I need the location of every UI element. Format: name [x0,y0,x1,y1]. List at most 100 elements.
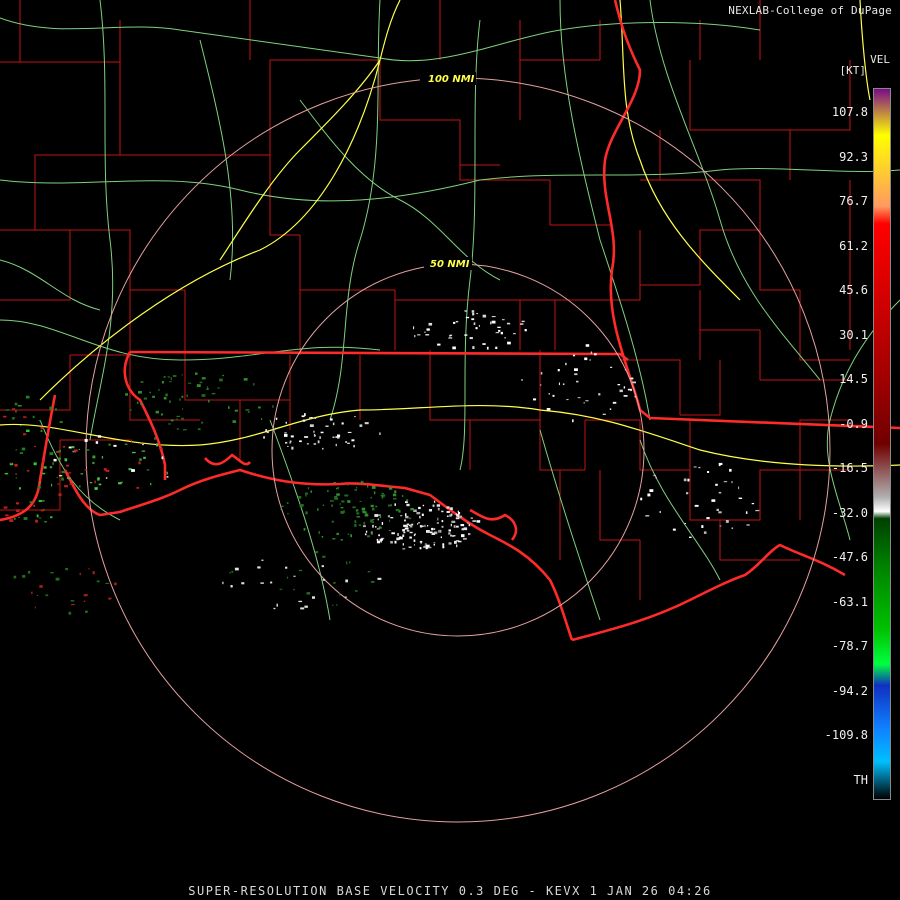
radar-return-gate [79,572,81,576]
radar-return-gate [66,464,69,467]
radar-return-gate [302,419,306,422]
radar-return-gate [341,422,344,425]
radar-return-gate [332,604,334,606]
radar-return-gate [14,463,18,467]
radar-return-gate [370,532,373,534]
radar-return-gate [452,346,456,350]
radar-return-gate [472,313,475,316]
legend-tick: 14.5 [839,372,868,387]
radar-return-gate [140,381,144,383]
radar-return-gate [437,517,439,521]
radar-return-gate [136,486,139,489]
radar-return-gate [630,390,632,392]
radar-return-gate [97,435,102,438]
radar-return-gate [103,468,107,471]
radar-return-gate [155,410,159,414]
radar-return-gate [619,389,623,393]
radar-return-gate [347,500,351,503]
radar-return-gate [441,510,444,513]
radar-return-gate [378,514,381,516]
radar-return-gate [455,517,460,520]
radar-return-gate [51,483,53,487]
radar-return-gate [390,517,394,519]
radar-return-gate [293,588,295,591]
radar-return-gate [265,429,267,432]
radar-return-gate [419,547,422,550]
radar-return-gate [55,408,57,411]
radar-return-gate [331,504,333,507]
radar-return-gate [176,428,180,430]
radar-return-gate [751,503,755,505]
radar-return-gate [491,320,496,324]
radar-return-gate [419,525,423,528]
units-label: [KT] [839,64,867,77]
radar-return-gate [228,406,230,409]
radar-return-gate [96,580,100,583]
radar-return-gate [645,515,650,517]
radar-return-gate [40,426,44,430]
radar-return-gate [367,571,371,573]
radar-return-gate [347,431,352,433]
radar-return-gate [465,316,470,319]
radar-return-gate [466,522,469,524]
radar-return-gate [261,559,264,561]
radar-return-gate [497,326,501,328]
radar-return-gate [50,572,54,574]
radar-return-gate [370,504,374,508]
radar-return-gate [49,466,53,469]
radar-return-gate [312,596,315,599]
radar-return-gate [343,510,345,513]
radar-return-gate [347,442,350,444]
radar-return-gate [449,514,452,517]
radar-return-gate [482,314,487,318]
radar-return-gate [339,593,341,596]
radar-return-gate [317,508,319,511]
legend-tick: 107.8 [831,105,868,119]
radar-return-gate [381,496,383,499]
radar-return-gate [390,541,393,544]
radar-return-gate [22,575,26,578]
radar-return-gate [416,512,421,515]
radar-return-gate [332,436,335,438]
radar-return-gate [12,408,16,410]
radar-return-gate [332,422,335,426]
radar-return-gate [406,523,410,525]
radar-return-gate [284,432,287,434]
radar-return-gate [57,483,60,485]
radar-return-gate [195,372,198,375]
radar-return-gate [513,333,516,335]
radar-return-gate [590,351,593,354]
radar-return-gate [65,568,69,571]
radar-return-gate [181,417,184,420]
radar-return-gate [337,437,340,439]
radar-return-gate [540,372,543,375]
radar-return-gate [453,525,456,528]
radar-return-gate [34,606,36,609]
radar-return-gate [378,526,382,529]
radar-return-gate [3,415,7,418]
radar-return-gate [731,527,734,529]
radar-return-gate [38,482,41,484]
radar-return-gate [450,523,452,527]
radar-return-gate [404,527,409,530]
radar-return-gate [464,310,467,312]
radar-return-gate [161,381,164,384]
radar-return-gate [433,542,436,544]
radar-return-gate [234,567,239,571]
radar-return-gate [333,582,336,584]
radar-return-gate [23,517,28,520]
radar-return-gate [548,393,550,395]
radar-return-gate [52,462,54,465]
radar-return-gate [201,421,204,424]
radar-return-gate [26,470,30,472]
radar-return-gate [373,491,376,495]
radar-return-gate [460,524,465,527]
radar-return-gate [356,509,359,512]
radar-return-gate [118,482,122,485]
radar-return-gate [420,542,422,544]
radar-return-gate [413,539,416,542]
radar-return-gate [143,397,147,400]
radar-return-gate [94,487,98,490]
radar-return-gate [375,505,378,508]
radar-return-gate [446,511,450,513]
